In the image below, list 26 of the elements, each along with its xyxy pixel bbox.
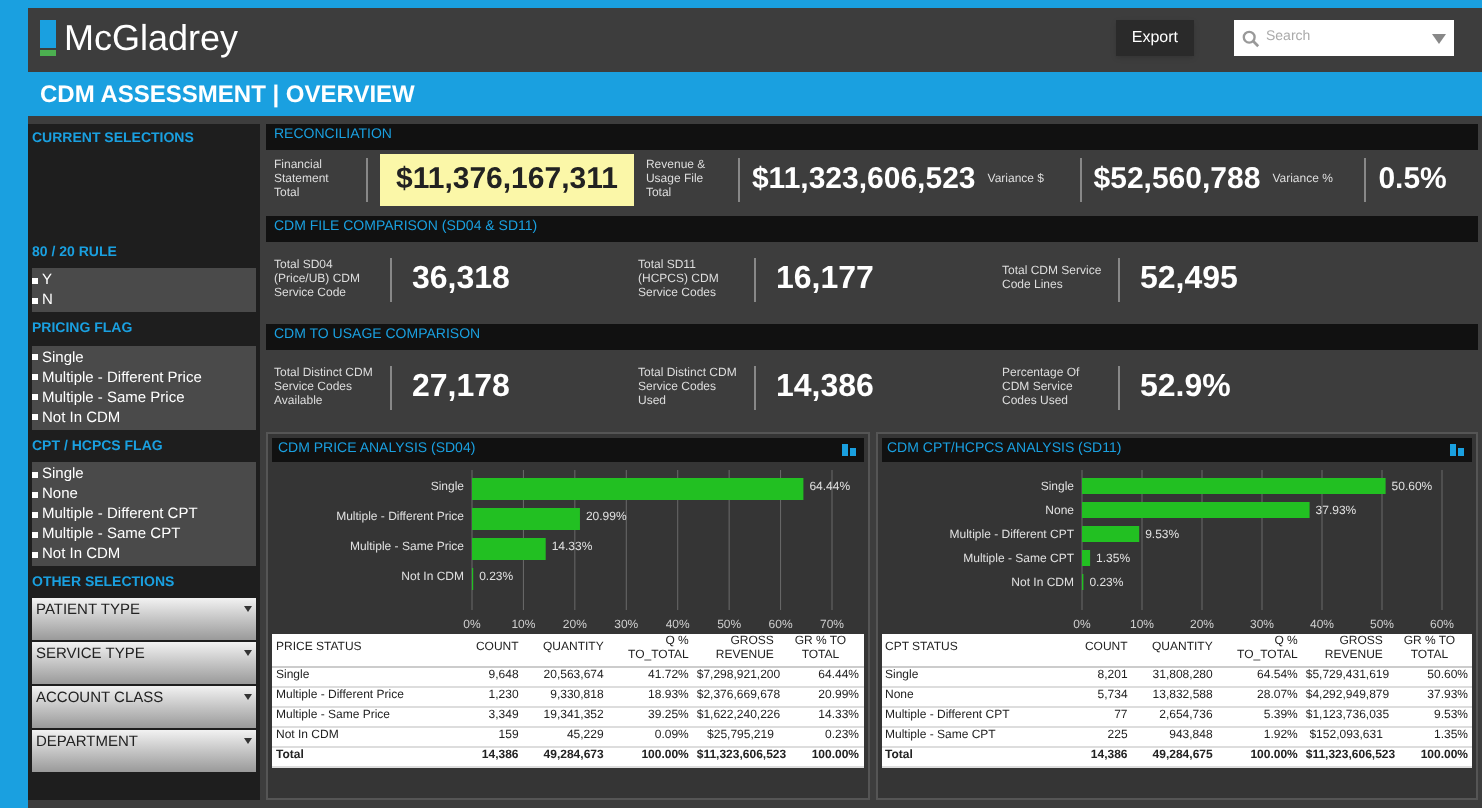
metric-value: 36,318 <box>412 260 510 300</box>
caret-icon <box>244 606 252 612</box>
bar <box>472 538 546 560</box>
dropdown-caret-icon <box>1432 33 1446 43</box>
caret-icon <box>244 694 252 700</box>
metric-value: 27,178 <box>412 368 510 408</box>
export-button[interactable]: Export <box>1115 20 1194 56</box>
caret-icon <box>244 650 252 656</box>
metric-value: 0.5% <box>1378 159 1447 200</box>
metric-value: $52,560,788 <box>1093 159 1261 200</box>
bar <box>472 508 580 530</box>
search-icon <box>1242 29 1260 47</box>
chart-tools-icon[interactable] <box>841 444 857 456</box>
bar <box>1081 526 1139 542</box>
page-title: CDM ASSESSMENT | OVERVIEW <box>40 78 415 112</box>
metric-value: 52.9% <box>1140 368 1231 408</box>
logo-icon <box>40 20 56 56</box>
metric-value: $11,323,606,523 <box>751 159 976 200</box>
chart-tools-icon[interactable] <box>1450 444 1466 456</box>
metric-value: 52,495 <box>1140 260 1238 300</box>
logo-text: McGladrey <box>64 15 239 62</box>
metric-value: $11,376,167,311 <box>380 153 634 207</box>
bar <box>1081 550 1090 566</box>
caret-icon <box>244 738 252 744</box>
metric-value: 14,386 <box>776 368 874 408</box>
metric-value: 16,177 <box>776 260 874 300</box>
